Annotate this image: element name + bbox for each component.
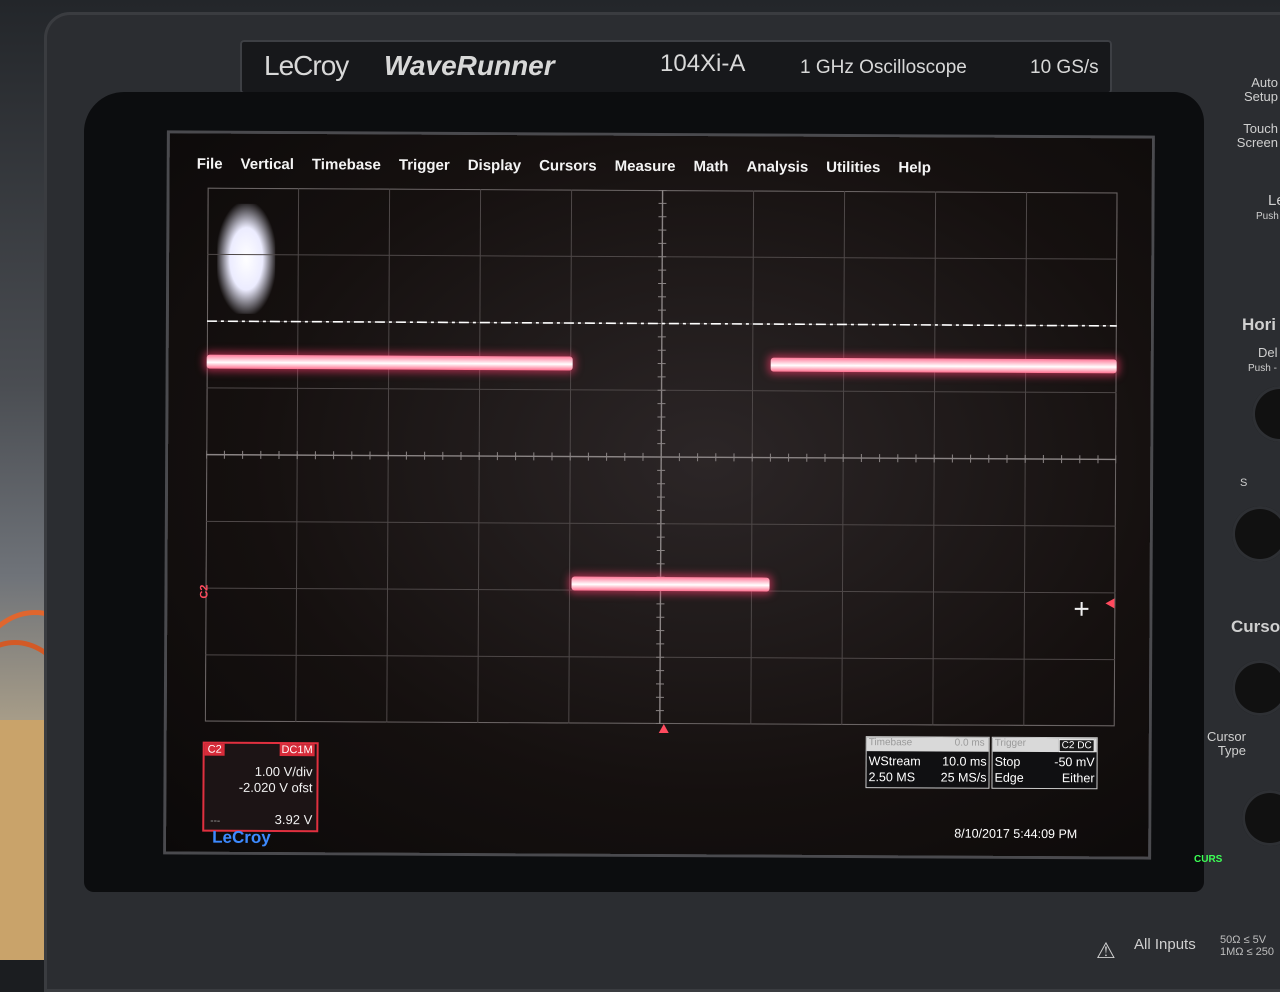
menu-vertical[interactable]: Vertical — [231, 156, 302, 180]
trigger-slope: Either — [1062, 771, 1095, 785]
menu-cursors[interactable]: Cursors — [530, 157, 606, 181]
scope-screen[interactable]: File Vertical Timebase Trigger Display C… — [166, 133, 1152, 856]
brand-logo: LeCroy — [264, 50, 348, 82]
timebase-points: 2.50 MS — [868, 770, 915, 784]
trigger-level: -50 mV — [1054, 755, 1094, 769]
time-div-knob[interactable] — [1232, 506, 1280, 562]
push-label: Push — [1256, 210, 1279, 224]
trigger-level-arrow-icon — [1105, 598, 1114, 608]
cursor-crosshair-icon[interactable]: + — [1073, 593, 1090, 625]
front-panel-right: Auto Setup Touch Screen Le Push Hori Del… — [1212, 60, 1280, 960]
cursors-label: Curso — [1231, 620, 1280, 634]
auto-setup-button[interactable]: Auto Setup — [1240, 76, 1278, 104]
cursor-knob[interactable] — [1232, 660, 1280, 716]
trigger-type: Edge — [994, 771, 1023, 785]
menu-utilities[interactable]: Utilities — [817, 159, 889, 183]
touch-screen-button[interactable]: Touch Screen — [1234, 122, 1278, 150]
channel-tag: C2 — [205, 744, 225, 756]
input-spec-line1: 50Ω ≤ 5V — [1220, 934, 1274, 946]
date-time: 8/10/2017 5:44:09 PM — [954, 827, 1077, 842]
delay-push-label: Push - — [1248, 362, 1277, 376]
graticule — [205, 188, 1118, 727]
channel-descriptor[interactable]: C2 DC1M 1.00 V/div -2.020 V ofst --- 3.9… — [202, 742, 318, 833]
warning-icon: ⚠ — [1096, 938, 1116, 964]
all-inputs-label: All Inputs — [1134, 936, 1196, 953]
delay-knob[interactable] — [1252, 386, 1280, 442]
scope-description: 1 GHz Oscilloscope — [800, 57, 967, 79]
scope-sample-rate: 10 GS/s — [1030, 57, 1099, 79]
trigger-descriptor[interactable]: Trigger C2 DC Stop -50 mV Edge Either — [992, 738, 1096, 789]
menu-file[interactable]: File — [188, 156, 232, 180]
delay-label: Del — [1258, 346, 1278, 360]
input-spec-line2: 1MΩ ≤ 250 — [1220, 946, 1274, 958]
curs-led[interactable]: CURS — [1194, 854, 1222, 865]
menu-bar: File Vertical Timebase Trigger Display C… — [188, 156, 940, 184]
timebase-rate: 25 MS/s — [941, 770, 987, 784]
menu-measure[interactable]: Measure — [606, 158, 685, 182]
trigger-position-arrow-icon — [659, 724, 669, 733]
horizontal-label: Hori — [1242, 318, 1276, 332]
cursor-knob-2[interactable] — [1242, 790, 1280, 846]
level-label: Le — [1268, 194, 1280, 208]
screen-brand-logo: LeCroy — [212, 828, 271, 848]
channel-offset: -2.020 V ofst — [239, 780, 313, 795]
channel-coupling: DC1M — [279, 744, 314, 756]
timebase-tdiv: 10.0 ms — [942, 754, 987, 768]
timebase-mode: WStream — [869, 754, 921, 768]
s-label: S — [1240, 476, 1247, 490]
channel-marker: C2 — [198, 585, 210, 599]
cursor-type-button[interactable]: Cursor Type — [1200, 730, 1246, 758]
menu-timebase[interactable]: Timebase — [303, 156, 390, 180]
timebase-header: Timebase 0.0 ms — [867, 737, 989, 752]
brand-bar: LeCroy WaveRunner 104Xi-A 1 GHz Oscillos… — [240, 40, 1112, 94]
menu-math[interactable]: Math — [684, 158, 737, 182]
trigger-header: Trigger C2 DC — [993, 738, 1097, 753]
trigger-header-label: Trigger — [995, 738, 1026, 749]
menu-display[interactable]: Display — [459, 157, 530, 181]
timebase-descriptor[interactable]: Timebase 0.0 ms WStream 10.0 ms 2.50 MS … — [866, 737, 988, 788]
channel-level-dash: --- — [210, 816, 220, 827]
timebase-header-value: 0.0 ms — [955, 738, 985, 749]
waveform-segment-low — [571, 576, 769, 591]
model-number: 104Xi-A — [660, 50, 745, 78]
input-spec: 50Ω ≤ 5V 1MΩ ≤ 250 — [1220, 934, 1274, 958]
menu-analysis[interactable]: Analysis — [737, 158, 817, 182]
trigger-source-badge: C2 DC — [1059, 739, 1095, 752]
menu-trigger[interactable]: Trigger — [390, 157, 459, 181]
waveform-segment-high — [771, 357, 1117, 373]
channel-level: 3.92 V — [275, 812, 313, 827]
model-name: WaveRunner — [384, 50, 555, 82]
waveform-segment-high — [207, 354, 573, 370]
timebase-header-label: Timebase — [869, 737, 913, 748]
channel-vdiv: 1.00 V/div — [255, 764, 313, 779]
menu-help[interactable]: Help — [889, 159, 940, 183]
trigger-state: Stop — [995, 755, 1021, 769]
